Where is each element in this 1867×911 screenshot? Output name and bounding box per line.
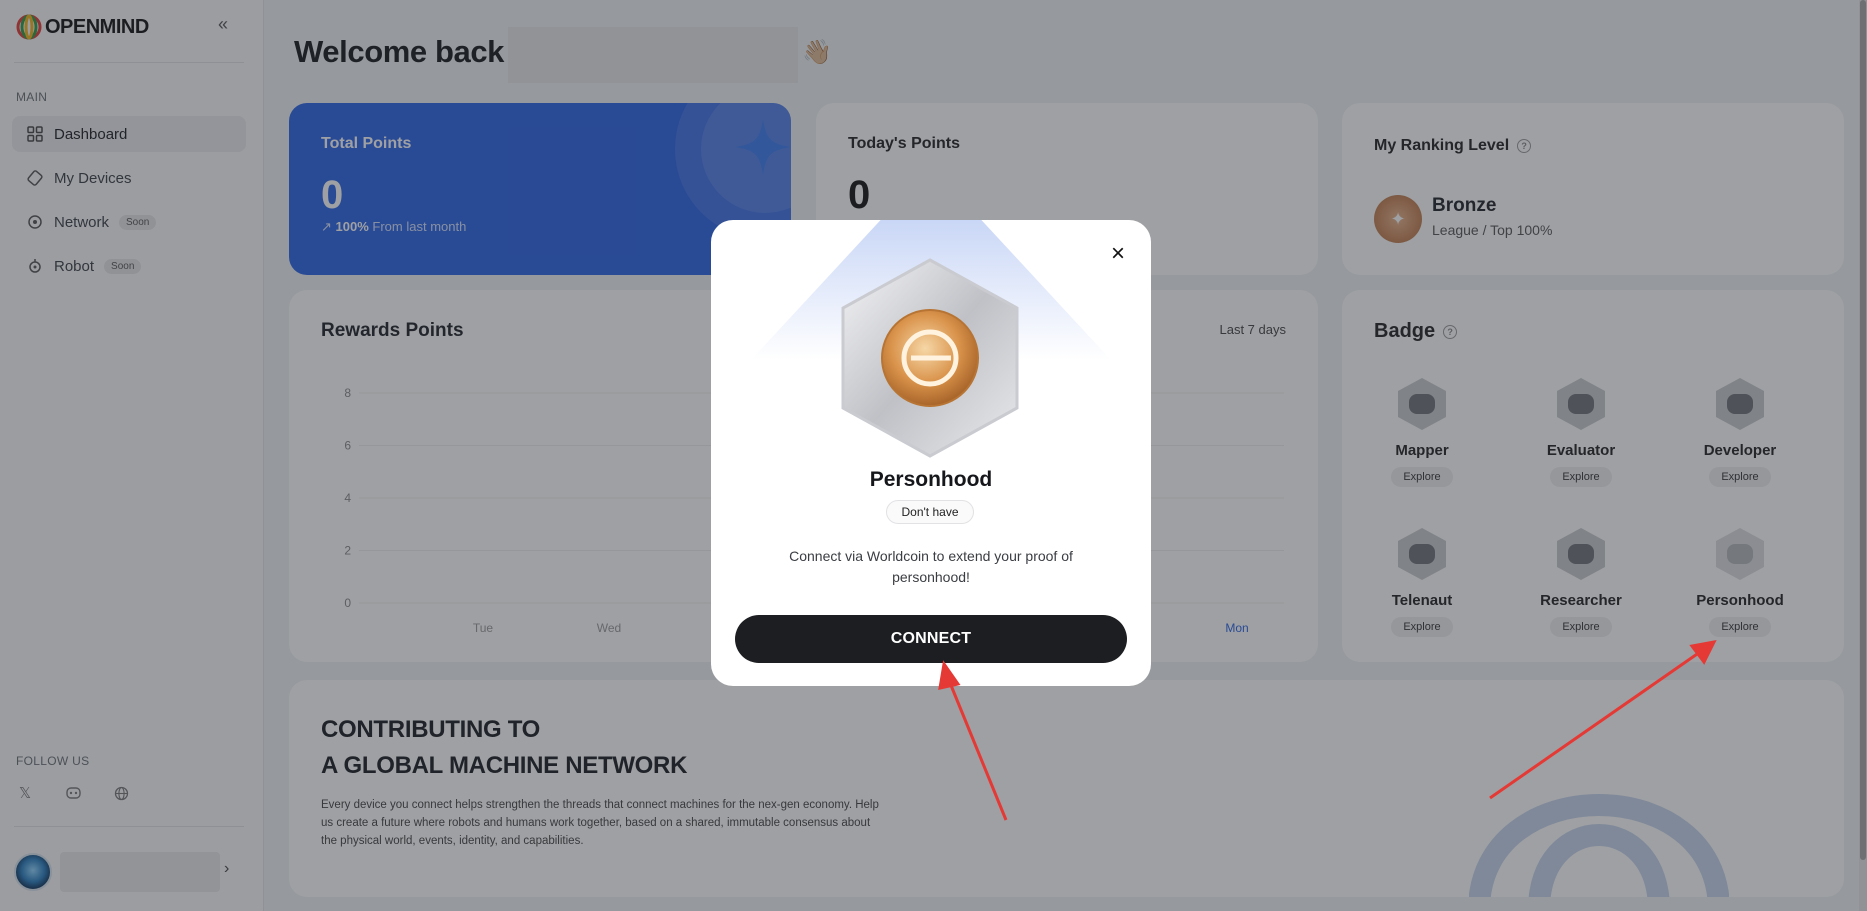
connect-button[interactable]: CONNECT xyxy=(735,615,1127,663)
modal-description: Connect via Worldcoin to extend your pro… xyxy=(789,548,1073,585)
status-badge: Don't have xyxy=(886,500,974,524)
modal-title: Personhood xyxy=(869,468,993,491)
personhood-modal: × Personhood Don't have Connect via Worl… xyxy=(711,220,1151,686)
close-icon[interactable]: × xyxy=(1111,242,1125,266)
personhood-hex-badge-icon xyxy=(841,258,1019,458)
